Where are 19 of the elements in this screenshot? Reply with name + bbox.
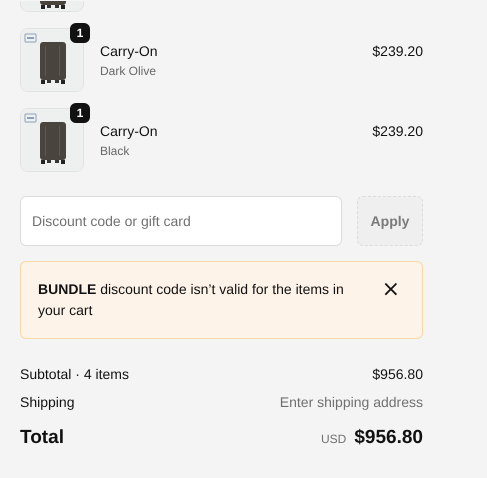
- total-label: Total: [20, 427, 64, 449]
- product-price: $239.20: [372, 42, 423, 59]
- currency-code: USD: [320, 432, 346, 446]
- product-price: $239.20: [372, 122, 423, 139]
- quantity-badge: 1: [70, 103, 90, 123]
- product-variant: Dark Olive: [100, 64, 158, 78]
- total-amount: $956.80: [354, 427, 423, 449]
- error-message: BUNDLE discount code isn’t valid for the items in your cart: [38, 280, 345, 320]
- product-title: Carry-On: [100, 43, 159, 59]
- product-title: Carry-On: [100, 123, 159, 139]
- quantity-badge: 1: [70, 23, 90, 43]
- summary-amount: $956.80: [372, 366, 423, 382]
- discount-code-field[interactable]: Discount code or gift card: [20, 196, 342, 246]
- close-button[interactable]: ×: [378, 279, 404, 300]
- apply-button[interactable]: Apply: [357, 196, 423, 246]
- product-variant: Black: [100, 144, 130, 158]
- summary-label: Shipping: [20, 394, 74, 410]
- summary-hint: Enter shipping address: [280, 394, 423, 410]
- summary-label: Subtotal · 4 items: [20, 366, 129, 382]
